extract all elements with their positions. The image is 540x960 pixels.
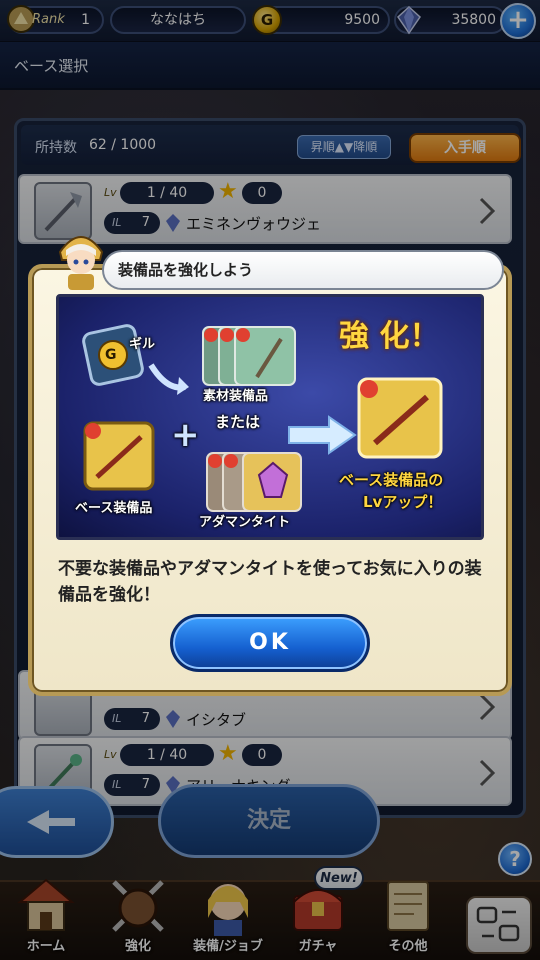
base-equipment-card-icon	[83, 421, 155, 491]
result-line-1: ベース装備品の	[339, 471, 444, 489]
guide-mascot-icon	[58, 236, 104, 290]
enhance-title: 強 化！	[339, 319, 440, 354]
right-arrow-icon	[288, 415, 357, 455]
result-line-2: Lvアップ！	[363, 493, 443, 511]
base-equipment-text: ベース装備品	[75, 501, 153, 516]
curved-arrow-icon	[148, 363, 189, 395]
ok-button[interactable]: OK	[170, 614, 370, 672]
enhanced-weapon-card-icon	[357, 377, 443, 459]
adamantite-text: アダマンタイト	[199, 515, 291, 530]
plus-icon: +	[171, 415, 200, 455]
or-text: または	[215, 413, 261, 431]
tutorial-description: 不要な装備品やアダマンタイトを使ってお気に入りの装備品を強化！	[58, 559, 482, 605]
enhance-illustration: G ギル 素材装備品 または ベース装備品 + アダマンタイト 強 化！ ベース…	[56, 294, 484, 540]
gil-coin-symbol: G	[105, 347, 117, 363]
material-equipment-text: 素材装備品	[203, 389, 269, 404]
gil-text: ギル	[129, 337, 156, 352]
tutorial-speech-bubble: 装備品を強化しよう	[102, 250, 504, 290]
material-equipment-cards-icon	[202, 326, 296, 386]
